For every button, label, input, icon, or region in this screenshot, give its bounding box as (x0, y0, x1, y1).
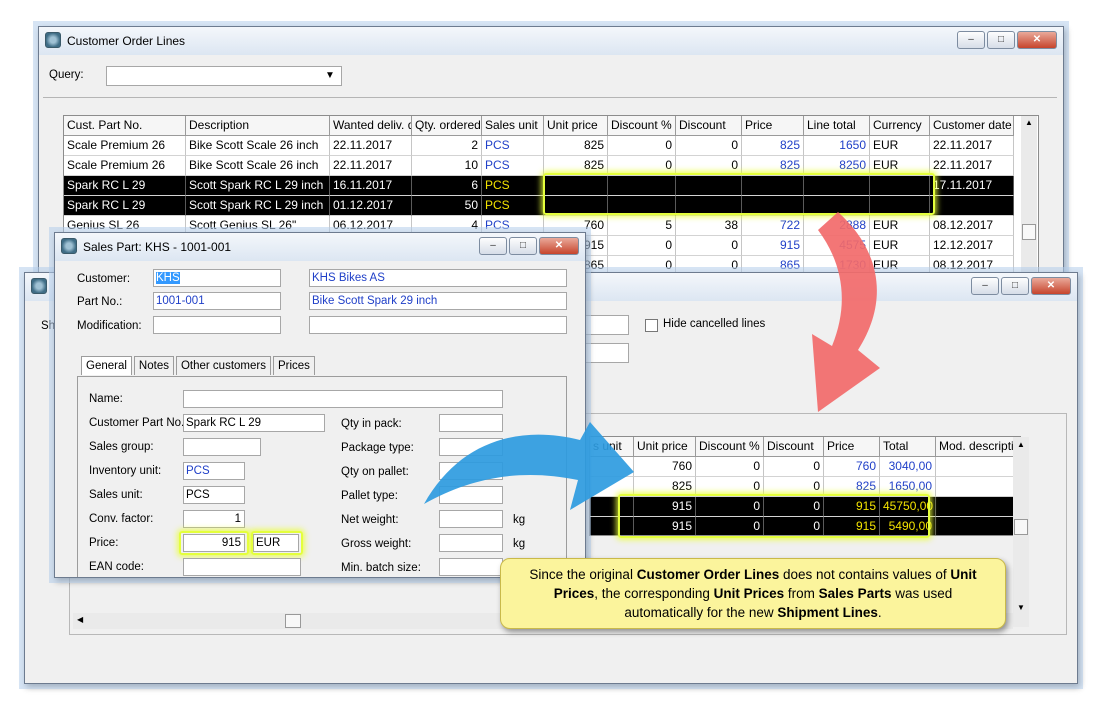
red-arrow-icon (812, 212, 880, 412)
callout-bold: Unit Prices (713, 586, 785, 601)
callout-text: Since the original (529, 567, 637, 582)
callout-text: . (877, 605, 882, 620)
callout-text: from (784, 586, 819, 601)
blue-arrow-icon (424, 422, 634, 510)
explanation-callout: Since the original Customer Order Lines … (500, 558, 1006, 629)
callout-bold: Sales Parts (818, 586, 892, 601)
callout-bold: Shipment Lines (777, 605, 878, 620)
callout-text: , the corresponding (594, 586, 714, 601)
callout-text: does not contains values of (779, 567, 951, 582)
callout-bold: Customer Order Lines (636, 567, 780, 582)
